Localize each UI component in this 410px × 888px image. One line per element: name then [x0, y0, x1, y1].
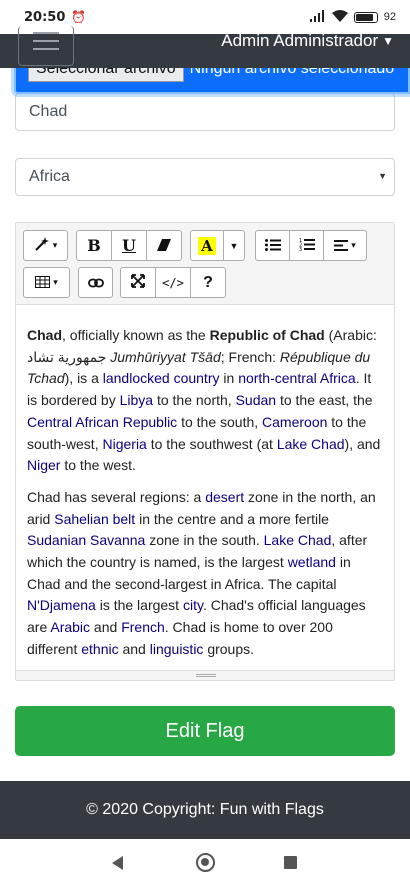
caret-down-icon: ▼	[229, 240, 239, 251]
editor-link[interactable]: city	[183, 597, 203, 613]
country-name-value: Chad	[29, 103, 68, 120]
caret-down-icon: ▼	[382, 34, 394, 48]
status-indicators: 92	[309, 9, 396, 25]
navbar: Admin Administrador ▼	[0, 26, 410, 68]
user-dropdown[interactable]: Admin Administrador ▼	[221, 31, 394, 50]
editor-content[interactable]: Chad, officially known as the Republic o…	[16, 306, 394, 671]
editor-link[interactable]: north-central Africa	[238, 370, 356, 386]
wifi-icon	[331, 9, 348, 25]
style-button[interactable]	[23, 230, 68, 261]
editor-link[interactable]: Libya	[120, 392, 153, 408]
align-left-icon	[334, 238, 349, 254]
editor-link[interactable]: Lake Chad	[264, 532, 332, 548]
code-view-button[interactable]: </>	[155, 267, 191, 298]
edit-flag-button[interactable]: Edit Flag	[15, 706, 395, 756]
menu-toggle-button[interactable]	[18, 26, 74, 66]
editor-link[interactable]: Sahelian belt	[54, 511, 135, 527]
editor-link[interactable]: Niger	[27, 457, 60, 473]
editor-link[interactable]: landlocked country	[103, 370, 220, 386]
editor-resize-handle[interactable]	[16, 670, 394, 680]
editor-link[interactable]: wetland	[288, 554, 336, 570]
numbered-list-icon: 123	[299, 238, 315, 254]
table-icon	[35, 275, 51, 291]
link-icon	[87, 275, 104, 291]
alarm-icon: ⏰	[71, 10, 87, 24]
editor-link[interactable]: Nigeria	[102, 436, 146, 452]
code-icon: </>	[162, 275, 184, 290]
battery-level: 92	[383, 11, 396, 23]
clear-format-button[interactable]	[146, 230, 182, 261]
editor-toolbar: B U A ▼ 123	[16, 223, 394, 305]
editor-link[interactable]: desert	[205, 489, 244, 505]
expand-icon	[131, 274, 145, 291]
select-arrow-icon: ▼	[378, 171, 387, 181]
paragraph-align-button[interactable]	[323, 230, 367, 261]
editor-link[interactable]: Arabic	[50, 619, 90, 635]
home-icon[interactable]	[196, 853, 215, 872]
status-time: 20:50	[24, 9, 66, 25]
copyright-text: © 2020 Copyright: Fun with Flags	[86, 801, 324, 818]
editor-link[interactable]: Sudanian Savanna	[27, 532, 145, 548]
user-name: Admin Administrador	[221, 31, 379, 50]
highlight-icon: A	[198, 236, 216, 255]
signal-icon	[309, 9, 326, 25]
editor-link[interactable]: Central African Republic	[27, 414, 177, 430]
editor-link[interactable]: French	[121, 619, 165, 635]
battery-icon	[353, 11, 378, 23]
description-editor: B U A ▼ 123	[15, 222, 395, 681]
magic-wand-icon	[34, 236, 50, 255]
table-button[interactable]	[23, 267, 70, 298]
back-icon[interactable]	[112, 856, 123, 870]
editor-link[interactable]: Lake Chad	[277, 436, 345, 452]
editor-link[interactable]: Sudan	[236, 392, 276, 408]
underline-button[interactable]: U	[111, 230, 147, 261]
editor-link[interactable]: N'Djamena	[27, 597, 96, 613]
bullet-list-icon	[264, 238, 281, 254]
system-nav-bar	[0, 839, 410, 888]
recent-apps-icon[interactable]	[284, 856, 297, 869]
footer: © 2020 Copyright: Fun with Flags	[0, 781, 410, 839]
unordered-list-button[interactable]	[255, 230, 290, 261]
eraser-icon	[157, 238, 171, 254]
help-button[interactable]: ?	[190, 267, 226, 298]
highlight-color-button[interactable]: A	[190, 230, 224, 261]
fullscreen-button[interactable]	[120, 267, 156, 298]
svg-text:3: 3	[299, 247, 302, 251]
editor-paragraph-1: Chad, officially known as the Republic o…	[27, 327, 381, 474]
editor-paragraph-2: Chad has several regions: a desert zone …	[27, 488, 376, 657]
country-name-input[interactable]: Chad	[15, 93, 395, 131]
color-dropdown-button[interactable]: ▼	[223, 230, 245, 261]
continent-select[interactable]: Africa ▼	[15, 158, 395, 196]
menu-icon	[33, 32, 59, 34]
editor-link[interactable]: linguistic	[150, 641, 204, 657]
editor-link[interactable]: ethnic	[81, 641, 118, 657]
bold-button[interactable]: B	[76, 230, 112, 261]
link-button[interactable]	[78, 267, 113, 298]
editor-link[interactable]: Cameroon	[262, 414, 327, 430]
ordered-list-button[interactable]: 123	[289, 230, 324, 261]
continent-value: Africa	[29, 168, 70, 185]
